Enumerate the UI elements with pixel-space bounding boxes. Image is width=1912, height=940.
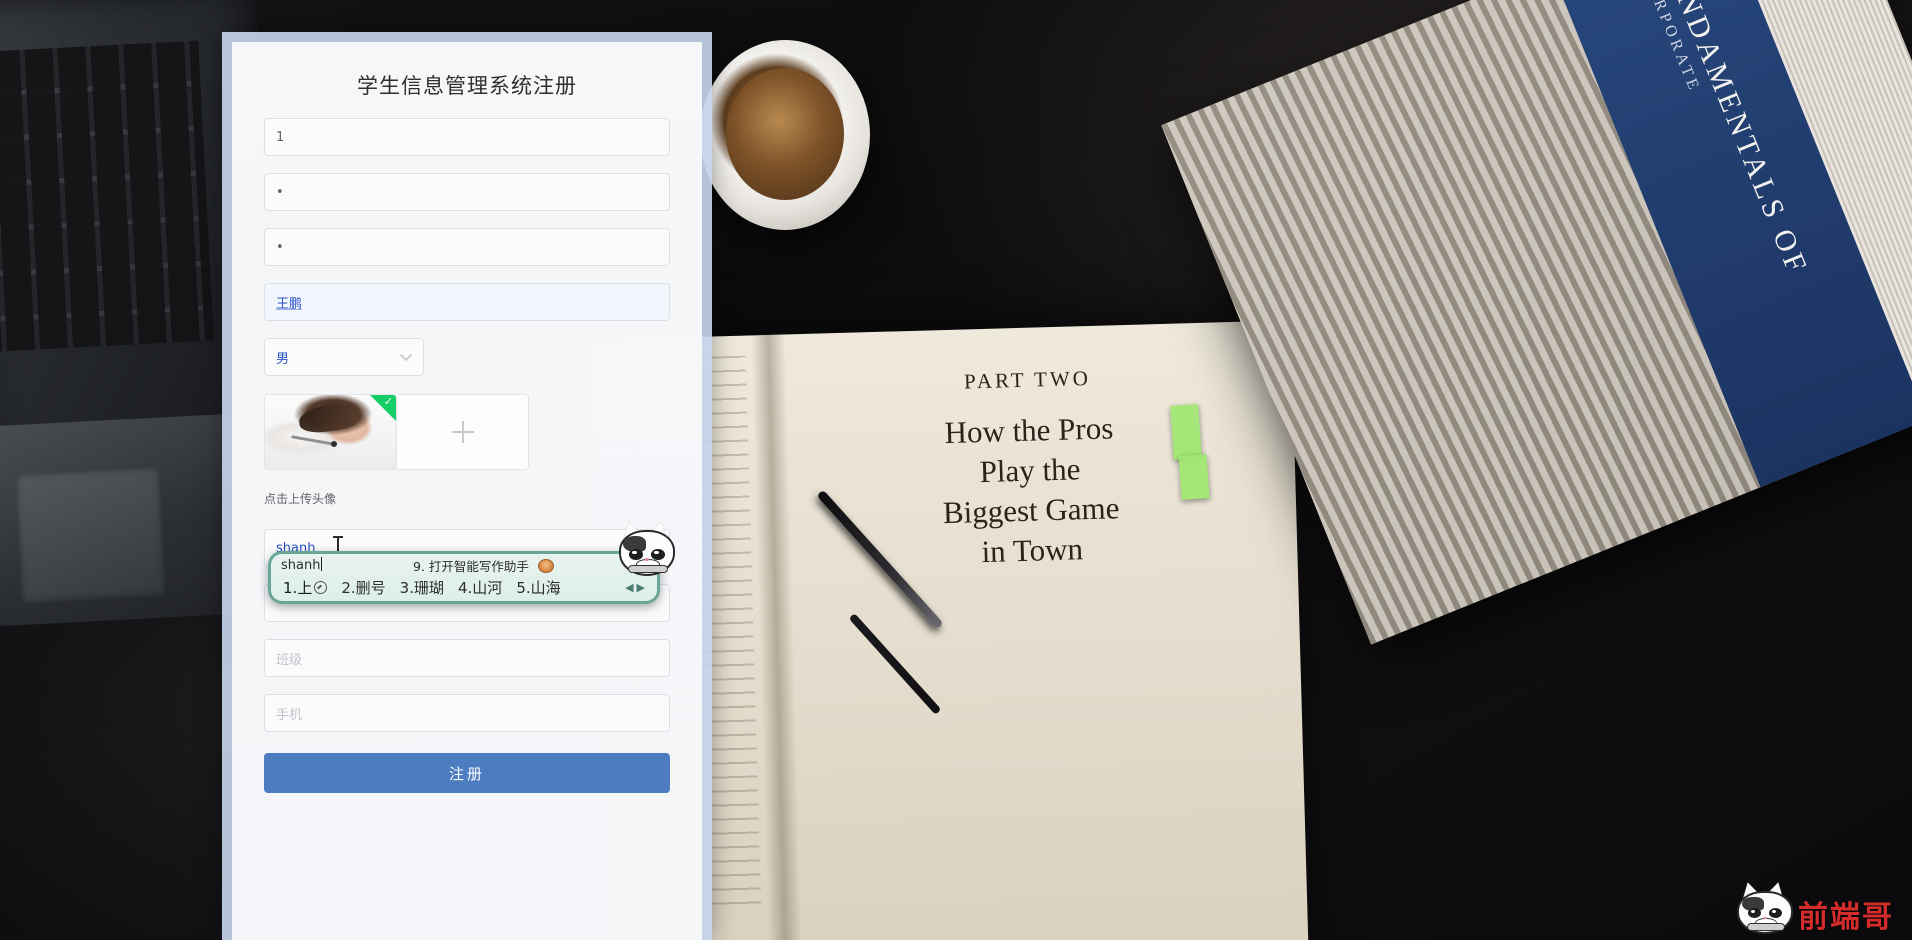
cat-collar	[1746, 923, 1786, 931]
confirm-password-value: •	[276, 239, 286, 255]
cat-nose	[1762, 916, 1768, 920]
upload-tip-label: 点击上传头像	[264, 492, 337, 506]
password-value: •	[276, 184, 286, 200]
ime-candidate-1[interactable]: 1.上	[283, 577, 328, 598]
sticky-note	[1170, 404, 1202, 460]
phone-placeholder: 手机	[276, 707, 303, 723]
watermark: 前端哥	[1734, 879, 1894, 936]
class-input[interactable]: 班级	[264, 639, 670, 677]
ime-candidate-4[interactable]: 4.山河	[458, 577, 502, 598]
laptop-keyboard	[0, 40, 214, 353]
register-button[interactable]: 注册	[264, 753, 670, 793]
watermark-cat-icon	[1734, 879, 1793, 936]
coffee-liquid	[726, 68, 844, 200]
watermark-text: 前端哥	[1798, 900, 1894, 935]
confirm-password-input[interactable]: •	[264, 228, 670, 266]
cat-collar	[627, 565, 668, 574]
real-name-input[interactable]: 王鹏	[264, 283, 670, 321]
laptop-trackpad	[14, 466, 167, 604]
next-page-arrow-icon[interactable]: ▶	[637, 581, 645, 594]
ime-typed-text: shanh	[281, 557, 323, 573]
registration-page: 学生信息管理系统注册 1 • • 王鹏 男 ✓ 点击上传头像 shanh 班级 …	[222, 32, 712, 940]
writing-assistant-icon	[537, 558, 554, 573]
ime-candidate-2[interactable]: 2.删号	[341, 577, 385, 598]
cat-nose	[644, 558, 650, 561]
gender-select[interactable]: 男	[264, 338, 424, 376]
gender-value: 男	[276, 351, 290, 367]
page-title: 学生信息管理系统注册	[357, 74, 577, 98]
add-avatar-button[interactable]	[397, 394, 529, 470]
prev-page-arrow-icon[interactable]: ◀	[625, 581, 633, 594]
ime-composition-row: shanh 9. 打开智能写作助手	[271, 554, 657, 576]
ime-candidate-3[interactable]: 3.珊瑚	[400, 577, 444, 598]
cat-head	[1737, 890, 1793, 934]
ime-hint[interactable]: 9. 打开智能写作助手	[413, 556, 554, 575]
ime-candidate-5[interactable]: 5.山海	[516, 577, 560, 598]
ime-candidate-list: 1.上 2.删号 3.珊瑚 4.山河 5.山海 ◀ ▶	[271, 576, 657, 598]
student-id-input[interactable]: 1	[264, 118, 670, 156]
avatar-image-detail	[331, 441, 337, 447]
chevron-down-icon	[400, 354, 412, 361]
ime-pager: ◀ ▶	[625, 581, 645, 594]
cat-eye-left	[629, 548, 643, 560]
cat-eye-left	[1747, 908, 1761, 919]
ime-candidate-popup[interactable]: shanh 9. 打开智能写作助手 1.上 2.删号 3.珊瑚 4.山河 5.山…	[268, 518, 676, 604]
student-id-value: 1	[276, 129, 285, 145]
phone-input[interactable]: 手机	[264, 694, 670, 732]
registration-form: 1 • • 王鹏 男 ✓ 点击上传头像 shanh 班级 手机 注册	[232, 118, 702, 793]
check-icon: ✓	[383, 396, 393, 408]
coffee-cup	[700, 40, 870, 230]
real-name-value: 王鹏	[276, 296, 303, 312]
avatar-uploader[interactable]: ✓	[264, 394, 670, 470]
ime-mascot-cat-icon	[615, 518, 676, 579]
avatar-thumbnail[interactable]: ✓	[264, 394, 397, 470]
plus-icon	[451, 421, 474, 443]
sticky-note	[1178, 454, 1210, 500]
cat-eye-right	[651, 548, 665, 560]
check-circle-icon	[314, 580, 328, 594]
cat-eye-right	[1769, 908, 1783, 919]
cat-head	[618, 530, 676, 577]
book-part-label: PART TWO	[963, 365, 1092, 394]
class-placeholder: 班级	[276, 652, 303, 668]
password-input[interactable]: •	[264, 173, 670, 211]
ime-hint-label: 9. 打开智能写作助手	[413, 558, 529, 574]
registration-card: 学生信息管理系统注册 1 • • 王鹏 男 ✓ 点击上传头像 shanh 班级 …	[232, 42, 702, 940]
